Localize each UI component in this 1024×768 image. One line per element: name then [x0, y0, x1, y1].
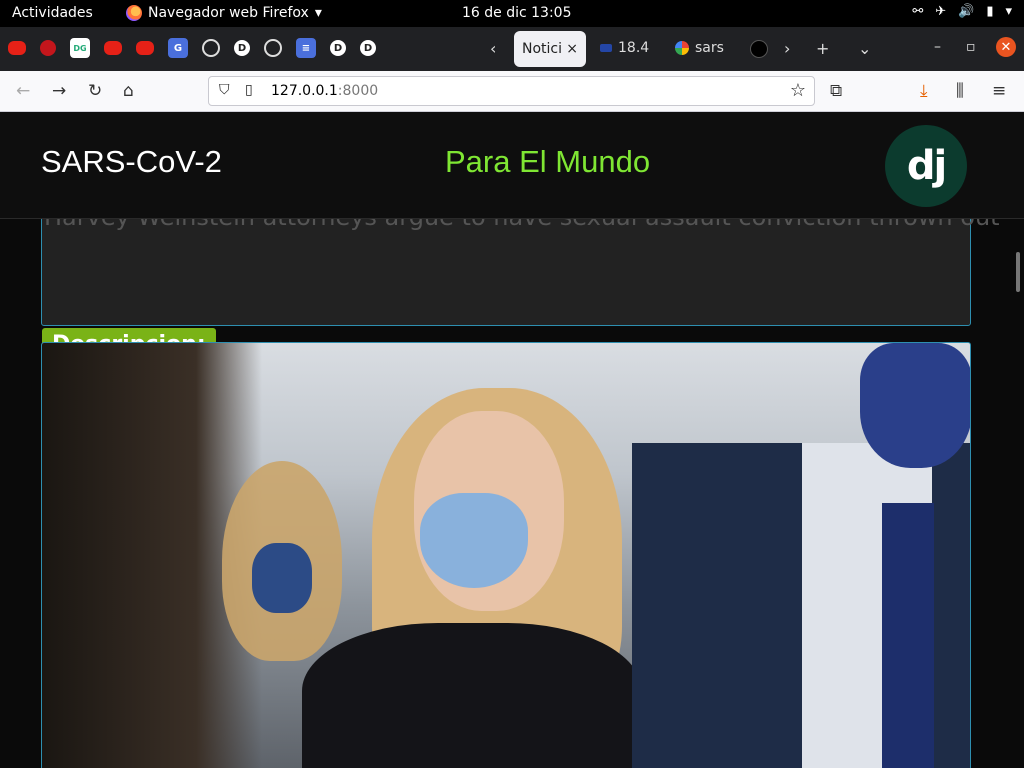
pinned-tabs: DG G D ≡ D D	[8, 38, 376, 58]
reload-icon[interactable]: ↻	[88, 81, 102, 101]
chevron-down-icon: ▾	[1005, 4, 1012, 19]
globe-icon[interactable]	[264, 39, 282, 57]
url-bar[interactable]: ⛉ ▯ 127.0.0.1:8000 ☆	[208, 76, 815, 106]
youtube-music-icon[interactable]	[104, 41, 122, 55]
menu-icon[interactable]: ≡	[992, 81, 1006, 101]
close-window-icon[interactable]: ✕	[996, 37, 1016, 57]
close-tab-icon[interactable]: ×	[566, 41, 578, 57]
red-site-icon[interactable]	[40, 40, 56, 56]
network-icon: ⚯	[912, 4, 924, 19]
youtube-icon[interactable]	[136, 41, 154, 55]
app-menu[interactable]: Navegador web Firefox ▾	[126, 5, 322, 21]
maximize-icon[interactable]: ▫	[966, 39, 976, 55]
youtube-icon[interactable]	[8, 41, 26, 55]
volume-icon: 🔊	[958, 4, 975, 19]
library-icon[interactable]: ⫼	[956, 81, 964, 101]
globe-icon[interactable]	[202, 39, 220, 57]
back-icon[interactable]: ←	[16, 81, 30, 101]
url-text[interactable]: 127.0.0.1:8000	[271, 83, 378, 99]
page-icon[interactable]: ▯	[245, 82, 253, 98]
forward-icon[interactable]: →	[52, 81, 66, 101]
site-brand[interactable]: SARS-CoV-2	[41, 144, 222, 180]
tab-title: Notici	[522, 41, 563, 57]
tab-news[interactable]: 18.4	[600, 40, 649, 56]
site-header: SARS-CoV-2 Para El Mundo dj	[0, 112, 1024, 219]
battery-icon: ▮	[986, 4, 994, 19]
site-slogan: Para El Mundo	[445, 144, 651, 179]
firefox-icon	[126, 5, 142, 21]
airplane-icon: ✈	[935, 4, 947, 19]
dg-site-icon[interactable]: DG	[70, 38, 90, 58]
shield-icon[interactable]: ⛉	[219, 82, 230, 98]
tab-active[interactable]: Notici ×	[514, 31, 586, 67]
new-tab-icon[interactable]: +	[816, 39, 829, 58]
minimize-icon[interactable]: –	[934, 39, 941, 55]
screenshot-icon[interactable]: ⧉	[830, 81, 842, 101]
list-tabs-icon[interactable]: ⌄	[858, 39, 871, 58]
site-favicon-icon	[600, 44, 612, 52]
tab-title: 18.4	[618, 40, 650, 56]
tab-abc[interactable]	[750, 40, 768, 58]
system-top-bar: Actividades Navegador web Firefox ▾ 16 d…	[0, 0, 1024, 27]
download-icon[interactable]: ⤓	[920, 81, 928, 101]
scrollbar[interactable]	[1016, 252, 1020, 292]
app-menu-label: Navegador web Firefox	[148, 5, 309, 21]
url-host: 127.0.0.1	[271, 83, 338, 99]
google-translate-icon[interactable]: G	[168, 38, 188, 58]
abc-icon	[750, 40, 768, 58]
d-site-icon[interactable]: D	[360, 40, 376, 56]
d-site-icon[interactable]: D	[330, 40, 346, 56]
system-tray[interactable]: ⚯ ✈ 🔊 ▮ ▾	[912, 4, 1012, 19]
django-logo[interactable]: dj	[885, 125, 967, 207]
scroll-tabs-right-icon[interactable]: ›	[784, 39, 790, 58]
tab-strip: DG G D ≡ D D ‹ Notici × 18.4 sars › + ⌄ …	[0, 27, 1024, 71]
activities-button[interactable]: Actividades	[12, 5, 93, 21]
d-site-icon[interactable]: D	[234, 40, 250, 56]
bookmark-star-icon[interactable]: ☆	[790, 80, 806, 101]
tab-title: sars	[695, 40, 724, 56]
home-icon[interactable]: ⌂	[123, 81, 134, 101]
navigation-toolbar: ← → ↻ ⌂ ⛉ ▯ 127.0.0.1:8000 ☆ ⧉ ⤓ ⫼ ≡	[0, 71, 1024, 112]
google-icon	[675, 41, 689, 55]
docs-icon[interactable]: ≡	[296, 38, 316, 58]
url-port: :8000	[337, 83, 379, 99]
scroll-tabs-left-icon[interactable]: ‹	[490, 39, 496, 58]
article-image	[41, 342, 971, 768]
clock[interactable]: 16 de dic 13:05	[462, 5, 571, 21]
tab-google[interactable]: sars	[675, 40, 724, 56]
chevron-down-icon: ▾	[314, 5, 322, 21]
